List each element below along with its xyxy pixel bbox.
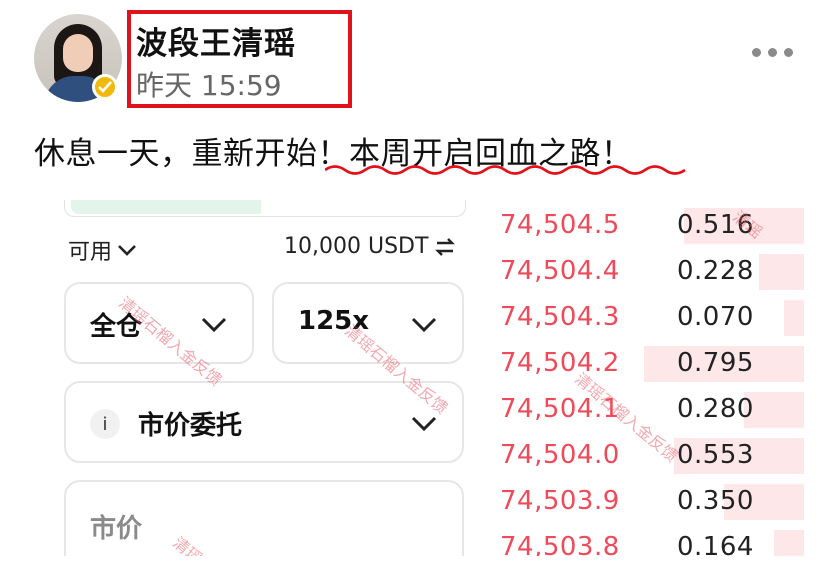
chevron-down-icon <box>118 245 136 256</box>
price-input[interactable]: 市价 <box>64 480 464 556</box>
ask-amount: 0.350 <box>677 486 754 516</box>
order-type-select[interactable]: i 市价委托 <box>64 381 464 463</box>
available-selector[interactable]: 可用 <box>68 234 138 266</box>
chevron-down-icon <box>411 317 437 333</box>
ask-amount: 0.164 <box>677 532 754 556</box>
ask-amount: 0.516 <box>677 210 754 240</box>
order-type-value: 市价委托 <box>138 411 243 441</box>
balance-value: 10,000 USDT <box>284 234 429 259</box>
verified-badge-icon <box>92 74 118 100</box>
order-book-row[interactable]: 74,504.5 0.516 <box>494 204 804 250</box>
wavy-underline <box>325 165 686 175</box>
leverage-select[interactable]: 125x <box>272 282 464 364</box>
ask-price: 74,504.2 <box>500 348 620 378</box>
ask-price: 74,503.9 <box>500 486 620 516</box>
chevron-down-icon <box>201 317 227 333</box>
ask-amount: 0.553 <box>677 440 754 470</box>
order-book-row[interactable]: 74,504.1 0.280 <box>494 388 804 434</box>
more-options-icon[interactable] <box>752 48 793 57</box>
post-timestamp: 昨天 15:59 <box>136 69 282 102</box>
ask-price: 74,504.0 <box>500 440 620 470</box>
ask-price: 74,504.5 <box>500 210 620 240</box>
ask-price: 74,503.8 <box>500 532 620 556</box>
order-book-row[interactable]: 74,504.2 0.795 <box>494 342 804 388</box>
avatar-face <box>63 34 93 72</box>
ask-price: 74,504.4 <box>500 256 620 286</box>
ask-price: 74,504.3 <box>500 302 620 332</box>
chevron-down-icon <box>411 416 437 432</box>
margin-mode-value: 全仓 <box>90 312 143 342</box>
order-book-row[interactable]: 74,503.9 0.350 <box>494 480 804 526</box>
order-book-row[interactable]: 74,504.0 0.553 <box>494 434 804 480</box>
order-book-row[interactable]: 74,504.4 0.228 <box>494 250 804 296</box>
trade-screenshot: 可用 10,000 USDT 全仓 125x i 市价委托 市价 74,504.… <box>34 200 804 556</box>
balance-display[interactable]: 10,000 USDT <box>284 234 456 259</box>
post-text-plain: 休息一天，重新开始！ <box>34 136 349 172</box>
top-input-strip <box>64 200 466 217</box>
margin-mode-select[interactable]: 全仓 <box>64 282 254 364</box>
ask-amount: 0.228 <box>677 256 754 286</box>
available-label: 可用 <box>68 240 113 265</box>
username[interactable]: 波段王清瑶 <box>136 18 296 63</box>
ask-price: 74,504.1 <box>500 394 620 424</box>
ask-amount: 0.795 <box>677 348 754 378</box>
leverage-value: 125x <box>298 306 370 336</box>
order-book-row[interactable]: 74,503.8 0.164 <box>494 526 804 556</box>
info-icon[interactable]: i <box>90 409 120 439</box>
price-placeholder: 市价 <box>90 514 143 544</box>
swap-icon <box>435 237 456 256</box>
ask-amount: 0.280 <box>677 394 754 424</box>
order-book-row[interactable]: 74,504.3 0.070 <box>494 296 804 342</box>
ask-amount: 0.070 <box>677 302 754 332</box>
